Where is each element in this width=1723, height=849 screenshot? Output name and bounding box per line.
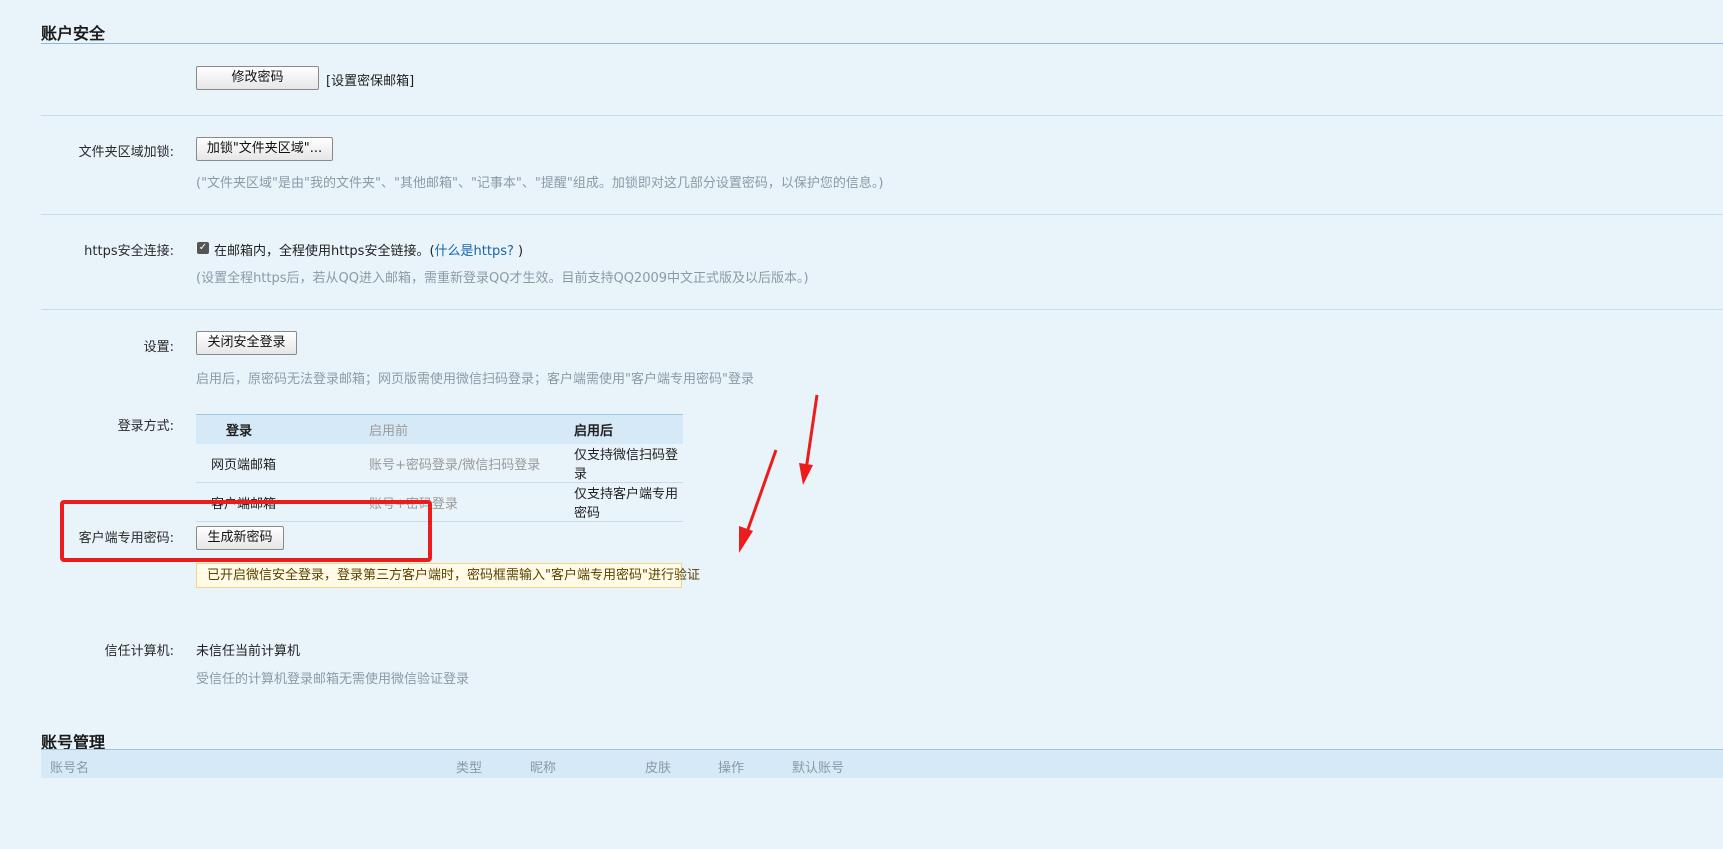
annotation-arrows	[739, 394, 819, 553]
table-cell: 账号+密码登录/微信扫码登录	[369, 444, 574, 483]
https-option-text: 在邮箱内，全程使用https安全链接。(什么是https? )	[214, 240, 523, 259]
folder-lock-hint: ("文件夹区域"是由"我的文件夹"、"其他邮箱"、"记事本"、"提醒"组成。加锁…	[196, 176, 884, 191]
table-row: 网页端邮箱 账号+密码登录/微信扫码登录 仅支持微信扫码登录	[196, 444, 683, 483]
table-cell: 仅支持微信扫码登录	[574, 444, 683, 483]
column-header-nickname: 昵称	[530, 761, 557, 776]
login-method-label: 登录方式:	[117, 419, 174, 434]
trusted-computer-status: 未信任当前计算机	[196, 644, 301, 659]
https-option-text-end: )	[513, 244, 524, 259]
https-label: https安全连接:	[84, 244, 174, 259]
column-header-before: 启用前	[369, 414, 574, 444]
column-header-account-name: 账号名	[50, 761, 90, 776]
lock-folder-area-button[interactable]: 加锁"文件夹区域"...	[196, 137, 333, 161]
https-hint: (设置全程https后，若从QQ进入邮箱，需重新登录QQ才生效。目前支持QQ20…	[196, 271, 809, 286]
disable-secure-login-button[interactable]: 关闭安全登录	[196, 331, 297, 355]
column-header-login: 登录	[196, 414, 369, 444]
https-checkbox[interactable]: ✓	[197, 242, 209, 254]
annotation-arrow-head	[799, 463, 813, 485]
column-header-actions: 操作	[718, 761, 745, 776]
folder-lock-label: 文件夹区域加锁:	[78, 145, 174, 160]
column-header-type: 类型	[456, 761, 483, 776]
row-divider	[41, 214, 1723, 215]
table-cell: 仅支持客户端专用密码	[574, 482, 683, 522]
trusted-computer-label: 信任计算机:	[104, 644, 174, 659]
annotation-arrow-shaft	[804, 394, 819, 471]
change-password-button[interactable]: 修改密码	[196, 66, 319, 90]
highlight-box	[60, 500, 432, 562]
what-is-https-link[interactable]: 什么是https?	[435, 244, 514, 259]
annotation-arrow-head	[739, 526, 753, 553]
https-option-text-main: 在邮箱内，全程使用https安全链接。(	[214, 244, 435, 259]
trusted-computer-hint: 受信任的计算机登录邮箱无需使用微信验证登录	[196, 672, 470, 687]
annotation-arrow	[799, 394, 819, 485]
section-divider	[41, 43, 1723, 44]
settings-hint: 启用后，原密码无法登录邮箱；网页版需使用微信扫码登录；客户端需使用"客户端专用密…	[196, 372, 754, 387]
row-divider	[41, 115, 1723, 116]
set-security-email-link[interactable]: [设置密保邮箱]	[326, 70, 414, 89]
section-title-account-security: 账户安全	[41, 24, 106, 43]
login-method-header-row: 登录 启用前 启用后	[196, 414, 683, 444]
column-header-skin: 皮肤	[645, 761, 672, 776]
settings-label: 设置:	[143, 340, 174, 355]
column-header-default-account: 默认账号	[792, 761, 845, 776]
annotation-arrow-shaft	[744, 449, 778, 536]
table-cell: 网页端邮箱	[196, 444, 369, 483]
column-header-after: 启用后	[574, 414, 683, 444]
client-password-notice: 已开启微信安全登录，登录第三方客户端时，密码框需输入"客户端专用密码"进行验证	[196, 563, 700, 588]
row-divider	[41, 309, 1723, 310]
annotation-arrow	[739, 449, 778, 553]
account-table-header: 账号名 类型 昵称 皮肤 操作 默认账号	[41, 749, 1723, 778]
